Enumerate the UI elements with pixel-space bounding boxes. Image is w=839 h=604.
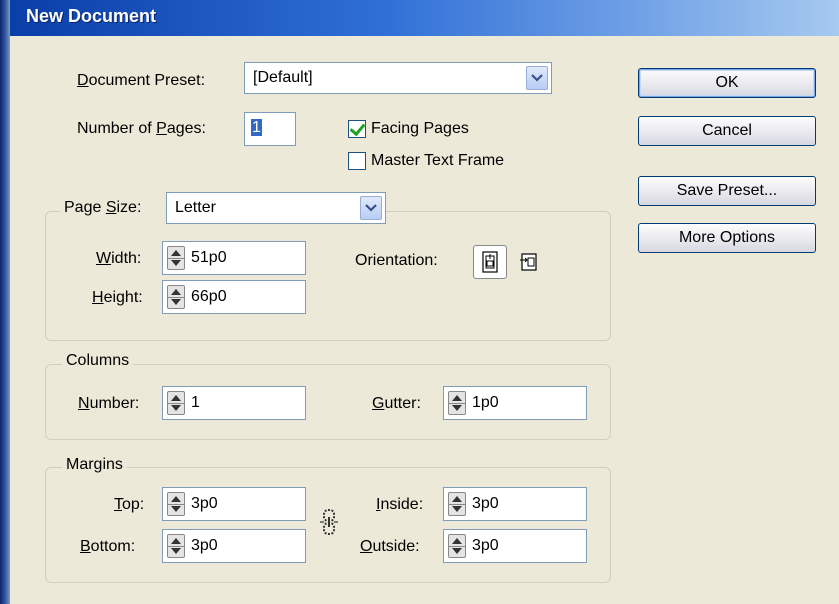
width-input[interactable]: 51p0 — [162, 241, 306, 275]
gutter-input[interactable]: 1p0 — [443, 386, 587, 420]
number-of-pages-input[interactable]: 1 — [244, 112, 296, 146]
spinner-icon[interactable] — [167, 246, 185, 270]
portrait-icon — [482, 251, 498, 273]
column-number-value: 1 — [191, 394, 200, 411]
window-left-border — [0, 0, 10, 604]
margin-top-input[interactable]: 3p0 — [162, 487, 306, 521]
page-size-value: Letter — [175, 199, 216, 216]
margin-inside-label: Inside: — [376, 496, 424, 513]
window-title: New Document — [26, 6, 157, 26]
margin-top-label: Top: — [114, 496, 145, 513]
facing-pages-checkbox[interactable] — [348, 120, 366, 138]
spinner-icon[interactable] — [167, 285, 185, 309]
margin-outside-value: 3p0 — [472, 537, 499, 554]
ok-button[interactable]: OK — [638, 68, 816, 98]
number-of-pages-value: 1 — [251, 119, 262, 136]
width-value: 51p0 — [191, 249, 227, 266]
more-options-button[interactable]: More Options — [638, 223, 816, 253]
document-preset-select[interactable]: [Default] — [244, 62, 552, 94]
chain-link-icon — [320, 509, 338, 535]
cancel-button[interactable]: Cancel — [638, 116, 816, 146]
margin-bottom-label: Bottom: — [80, 538, 136, 555]
margin-inside-input[interactable]: 3p0 — [443, 487, 587, 521]
margin-bottom-input[interactable]: 3p0 — [162, 529, 306, 563]
facing-pages-label[interactable]: Facing Pages — [371, 120, 469, 138]
gutter-value: 1p0 — [472, 394, 499, 411]
margin-outside-input[interactable]: 3p0 — [443, 529, 587, 563]
column-number-label: Number: — [78, 395, 140, 412]
margins-group-label: Margins — [62, 456, 127, 474]
master-text-frame-checkbox[interactable] — [348, 152, 366, 170]
spinner-icon[interactable] — [448, 391, 466, 415]
height-label: Height: — [92, 289, 143, 306]
page-size-label: Page Size: — [60, 199, 165, 221]
chevron-down-icon[interactable] — [526, 66, 548, 90]
landscape-orientation-button[interactable] — [512, 245, 546, 279]
document-preset-label: Document Preset: — [77, 72, 206, 89]
gutter-label: Gutter: — [372, 395, 421, 412]
column-number-input[interactable]: 1 — [162, 386, 306, 420]
margin-top-value: 3p0 — [191, 495, 218, 512]
height-input[interactable]: 66p0 — [162, 280, 306, 314]
chevron-down-icon[interactable] — [360, 196, 382, 220]
master-text-frame-label[interactable]: Master Text Frame — [371, 152, 504, 170]
landscape-icon — [520, 253, 537, 271]
number-of-pages-label: Number of Pages: — [77, 120, 206, 137]
spinner-icon[interactable] — [167, 534, 185, 558]
page-size-select[interactable]: Letter — [166, 192, 386, 224]
title-bar[interactable]: New Document — [10, 0, 839, 36]
save-preset-button[interactable]: Save Preset... — [638, 176, 816, 206]
margin-inside-value: 3p0 — [472, 495, 499, 512]
portrait-orientation-button[interactable] — [473, 245, 507, 279]
spinner-icon[interactable] — [448, 492, 466, 516]
height-value: 66p0 — [191, 288, 227, 305]
spinner-icon[interactable] — [167, 391, 185, 415]
columns-group-label: Columns — [62, 352, 134, 370]
orientation-label: Orientation: — [355, 252, 438, 269]
spinner-icon[interactable] — [448, 534, 466, 558]
margin-link-button[interactable] — [318, 508, 340, 536]
margin-bottom-value: 3p0 — [191, 537, 218, 554]
spinner-icon[interactable] — [167, 492, 185, 516]
width-label: Width: — [96, 250, 142, 267]
document-preset-value: [Default] — [253, 69, 313, 86]
margin-outside-label: Outside: — [360, 538, 420, 555]
